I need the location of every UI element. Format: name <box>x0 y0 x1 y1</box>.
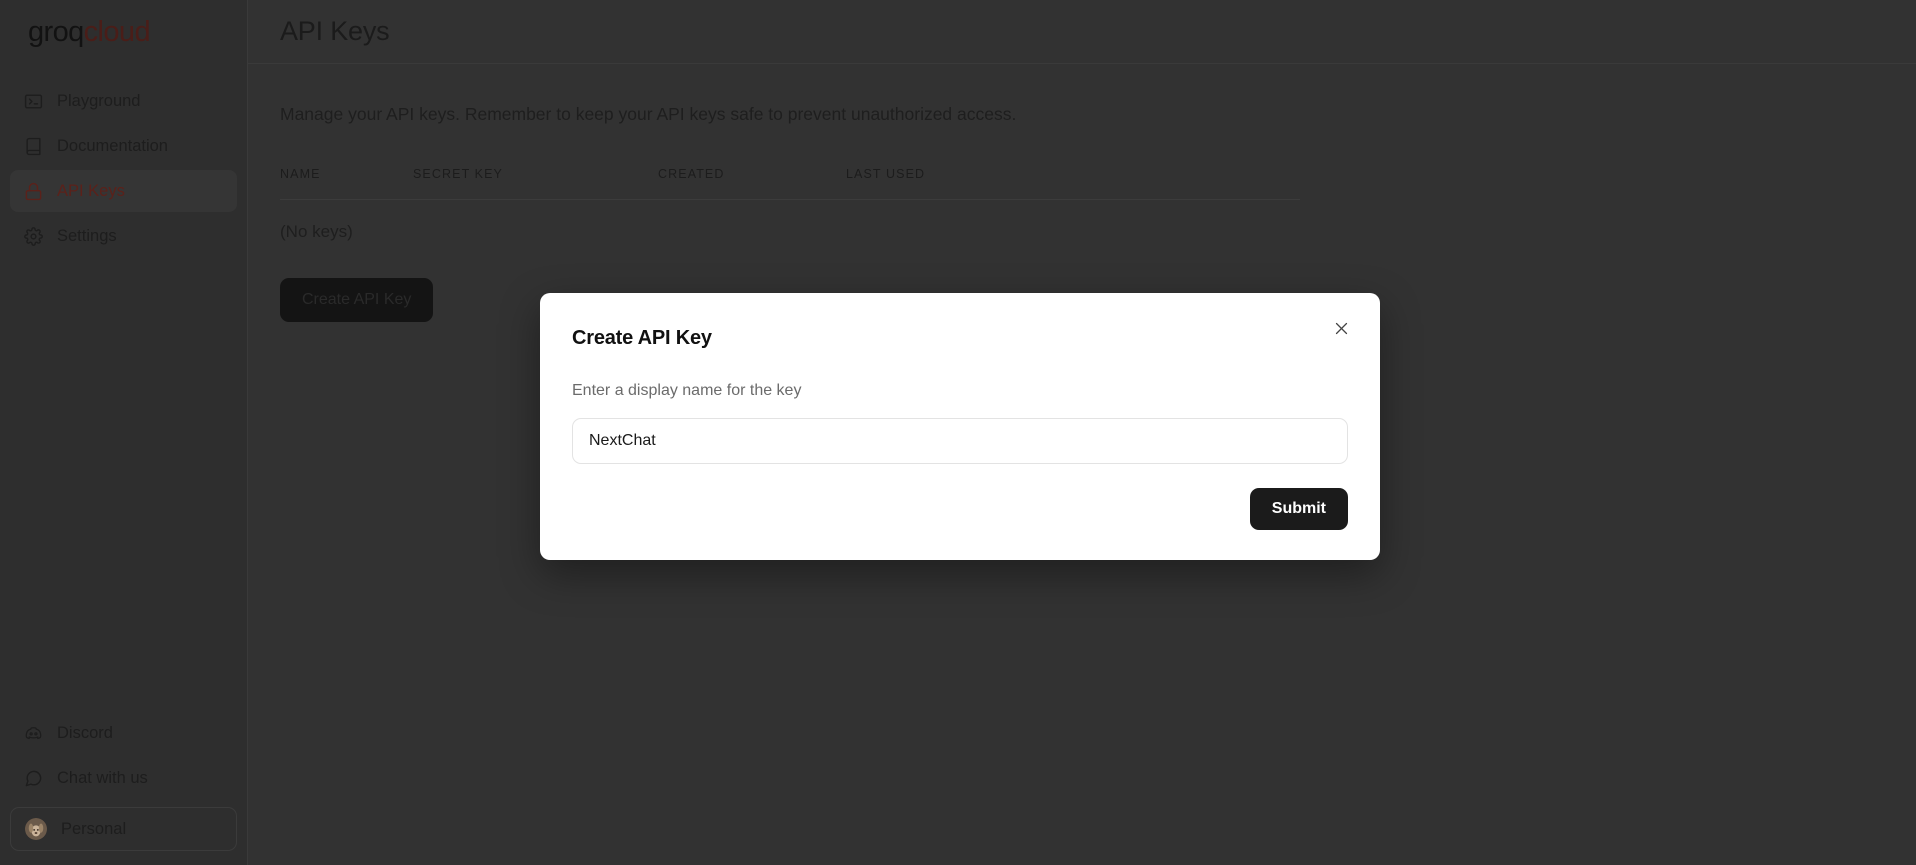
modal-field-label: Enter a display name for the key <box>572 382 802 399</box>
submit-button[interactable]: Submit <box>1249 488 1348 530</box>
modal-title: Create API Key <box>572 327 712 349</box>
create-api-key-modal: Create API Key Enter a display name for … <box>540 293 1380 560</box>
modal-actions: Submit <box>572 488 1348 530</box>
key-name-input[interactable] <box>572 418 1348 464</box>
modal-overlay[interactable]: Create API Key Enter a display name for … <box>0 0 1916 865</box>
close-icon[interactable] <box>1328 315 1354 341</box>
